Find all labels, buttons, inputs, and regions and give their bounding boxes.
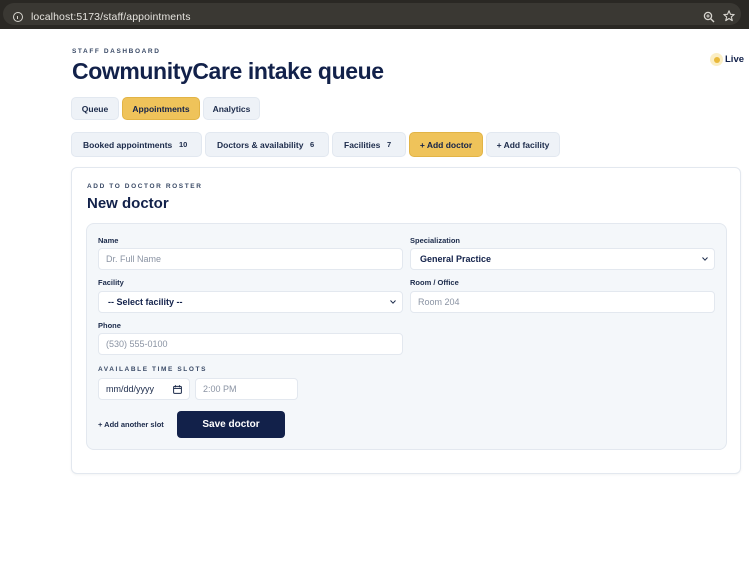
facility-select[interactable]: -- Select facility -- (98, 291, 403, 313)
facility-label: Facility (98, 278, 124, 287)
live-dot-icon (710, 53, 723, 66)
slot-time-input[interactable]: 2:00 PM (195, 378, 298, 400)
phone-label: Phone (98, 321, 121, 330)
browser-toolbar: localhost:5173/staff/appointments (0, 0, 749, 29)
section-label: Booked appointments (83, 139, 173, 150)
slot-date-placeholder: mm/dd/yyyy (106, 384, 155, 394)
room-label: Room / Office (410, 278, 459, 287)
section-count: 6 (310, 140, 315, 149)
info-icon[interactable] (13, 12, 23, 22)
zoom-icon[interactable] (703, 11, 715, 23)
address-bar[interactable]: localhost:5173/staff/appointments (3, 3, 741, 25)
facility-value: -- Select facility -- (108, 297, 183, 307)
section-count: 10 (179, 140, 188, 149)
section-facilities[interactable]: Facilities 7 (332, 132, 406, 157)
star-icon[interactable] (723, 10, 735, 22)
name-input[interactable]: Dr. Full Name (98, 248, 403, 270)
section-count: 7 (387, 140, 392, 149)
tab-analytics[interactable]: Analytics (203, 97, 260, 120)
section-booked-appointments[interactable]: Booked appointments 10 (71, 132, 202, 157)
slot-date-input[interactable]: mm/dd/yyyy (98, 378, 190, 400)
live-label: Live (725, 54, 745, 65)
page-eyebrow: STAFF DASHBOARD (72, 48, 161, 55)
section-doctors-availability[interactable]: Doctors & availability 6 (205, 132, 329, 157)
calendar-icon[interactable] (173, 385, 182, 394)
url-text[interactable]: localhost:5173/staff/appointments (31, 11, 191, 23)
form-eyebrow: ADD TO DOCTOR ROSTER (87, 183, 203, 190)
add-slot-button[interactable]: + Add another slot (98, 420, 164, 429)
tab-appointments[interactable]: Appointments (122, 97, 200, 120)
add-doctor-button[interactable]: + Add doctor (409, 132, 483, 157)
chevron-down-icon (390, 300, 396, 304)
specialization-value: General Practice (420, 254, 492, 264)
phone-input[interactable]: (530) 555-0100 (98, 333, 403, 355)
section-label: Doctors & availability (217, 139, 304, 150)
form-title: New doctor (87, 195, 169, 212)
room-input[interactable]: Room 204 (410, 291, 715, 313)
section-label: Facilities (344, 139, 381, 150)
slots-label: AVAILABLE TIME SLOTS (98, 366, 208, 373)
add-facility-button[interactable]: + Add facility (486, 132, 560, 157)
page-title: CowmunityCare intake queue (72, 58, 384, 84)
specialization-select[interactable]: General Practice (410, 248, 715, 270)
save-doctor-button[interactable]: Save doctor (177, 411, 285, 438)
specialization-label: Specialization (410, 236, 461, 245)
name-label: Name (98, 236, 119, 245)
tab-queue[interactable]: Queue (71, 97, 119, 120)
chevron-down-icon (702, 257, 708, 261)
live-status: Live (710, 53, 744, 66)
